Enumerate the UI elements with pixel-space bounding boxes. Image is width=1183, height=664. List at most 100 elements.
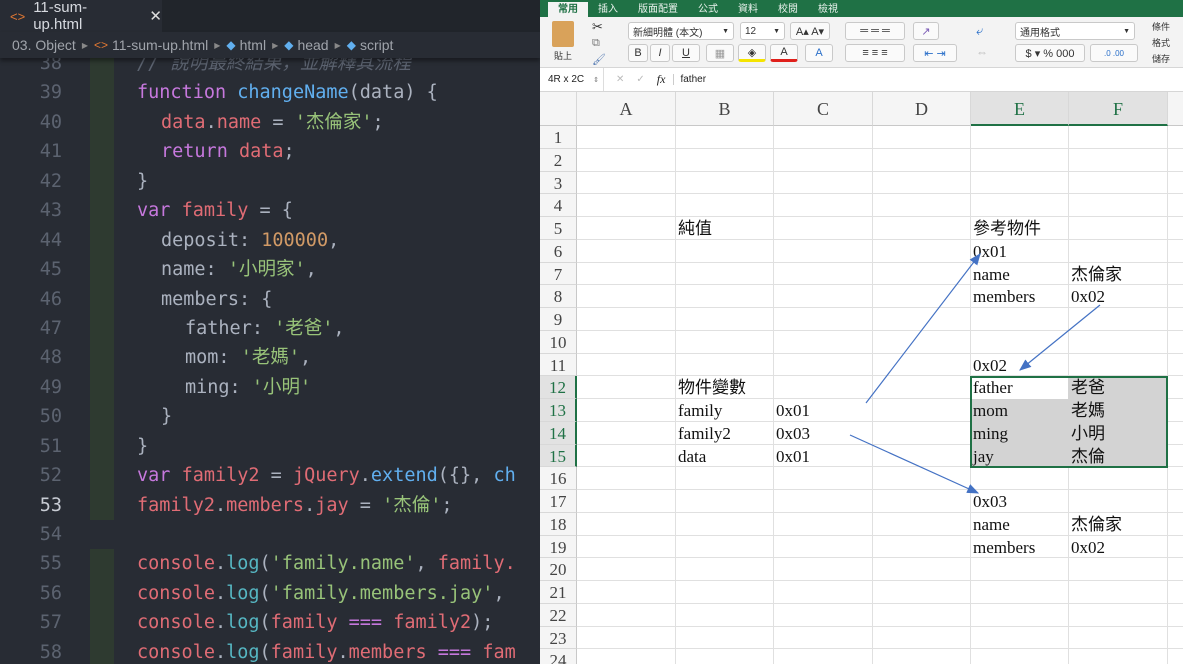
code-token: var: [137, 200, 182, 222]
line-number: 52: [39, 465, 62, 487]
ribbon-tab[interactable]: 版面配置: [628, 2, 688, 17]
format-table-label[interactable]: 格式: [1152, 35, 1170, 51]
vertical-align-buttons[interactable]: ═ ═ ═: [845, 22, 905, 40]
font-size-buttons[interactable]: A▴ A▾: [790, 22, 830, 40]
code-token: ,: [299, 347, 312, 369]
formula-input[interactable]: father: [673, 74, 706, 85]
ribbon-tab[interactable]: 公式: [688, 2, 728, 17]
code-token: console: [137, 612, 215, 634]
breadcrumb-file[interactable]: <> 11-sum-up.html: [94, 37, 208, 53]
code-line[interactable]: 49 ming: '小明': [0, 372, 540, 403]
cell-styles-label[interactable]: 儲存: [1152, 51, 1170, 67]
code-line[interactable]: 42}: [0, 166, 540, 197]
paste-icon[interactable]: [552, 21, 574, 47]
indent-buttons[interactable]: ⇤ ⇥: [913, 44, 957, 62]
cut-icon[interactable]: ✂: [592, 19, 603, 35]
code-line[interactable]: 43 var family = {: [0, 196, 540, 226]
ribbon-tab[interactable]: 檢視: [808, 2, 848, 17]
font-color-button[interactable]: A: [770, 44, 798, 62]
element-icon: ◆: [346, 38, 356, 52]
code-token: log: [226, 612, 260, 634]
breadcrumb-head[interactable]: ◆ head: [284, 37, 328, 53]
fill-color-button[interactable]: ◈: [738, 44, 766, 62]
decimal-buttons[interactable]: .0 .00: [1090, 44, 1138, 62]
code-text: console.log(family === family2);: [137, 608, 493, 637]
code-line[interactable]: 55 console.log('family.name', family.: [0, 549, 540, 579]
code-text: function changeName(data) {: [137, 78, 438, 107]
merge-cells-icon[interactable]: ⇔: [976, 45, 988, 59]
styles-group[interactable]: 條件 格式 儲存: [1152, 19, 1170, 67]
bold-button[interactable]: B: [628, 44, 648, 62]
breadcrumb-html[interactable]: ◆ html: [226, 37, 266, 53]
stepper-icon[interactable]: ⇕: [593, 76, 599, 84]
indent-guide: [90, 166, 114, 197]
underline-button[interactable]: U: [672, 44, 700, 62]
ribbon-tab[interactable]: 常用: [548, 2, 588, 17]
border-button[interactable]: ▦: [706, 44, 734, 62]
html-file-icon: <>: [10, 8, 26, 24]
code-line[interactable]: 44 deposit: 100000,: [0, 225, 540, 256]
code-line[interactable]: 45 name: '小明家',: [0, 255, 540, 285]
close-icon[interactable]: ✕: [149, 7, 162, 25]
italic-button[interactable]: I: [650, 44, 670, 62]
tab-11-sum-up-html[interactable]: <> 11-sum-up.html ✕: [0, 0, 162, 33]
cancel-icon[interactable]: ✕: [616, 74, 624, 85]
breadcrumb-script[interactable]: ◆ script: [347, 37, 394, 53]
confirm-icon[interactable]: ✓: [636, 74, 644, 85]
font-name-select[interactable]: 新細明體 (本文) ▼: [628, 22, 734, 40]
conditional-format-label[interactable]: 條件: [1152, 19, 1170, 35]
code-line[interactable]: 53 family2.members.jay = '杰倫';: [0, 490, 540, 520]
code-token: ,: [305, 259, 317, 281]
function-icon[interactable]: fx: [657, 72, 666, 87]
code-token: jQuery: [292, 465, 360, 487]
code-line[interactable]: 51}: [0, 431, 540, 462]
code-token: (data) {: [348, 82, 438, 104]
orientation-button[interactable]: ↗: [913, 22, 939, 40]
code-editor: <> 11-sum-up.html ✕ 03. Object ▶ <> 11-su…: [0, 0, 540, 664]
code-token: '老媽': [240, 347, 300, 369]
code-line[interactable]: 57 console.log(family === family2);: [0, 608, 540, 638]
spreadsheet-app: 常用 插入 版面配置 公式 資料 校閱 檢視 貼上 ✂ ⧉ 🖌 新細明體 (本文) ▼ 12 ▼…: [540, 0, 1183, 664]
code-token: .: [337, 641, 349, 663]
format-painter-icon[interactable]: 🖌: [592, 53, 606, 66]
line-number: 58: [39, 641, 62, 663]
worksheet-grid[interactable]: A B C D E F 1 2 3 4 5 6 7 8 9 10 11 12 13 14 15 16 17 18 19 20 21 2…: [540, 92, 1183, 664]
horizontal-align-buttons[interactable]: ≡ ≡ ≡: [845, 44, 905, 62]
ribbon-tab[interactable]: 資料: [728, 2, 768, 17]
code-token: fam: [482, 641, 516, 663]
copy-icon[interactable]: ⧉: [592, 37, 600, 50]
currency-percent-buttons[interactable]: $ ▾ % 000: [1015, 44, 1085, 62]
code-line[interactable]: 48 mom: '老媽',: [0, 343, 540, 373]
font-size-select[interactable]: 12 ▼: [740, 22, 785, 40]
code-token: family: [270, 641, 338, 663]
ribbon-tab[interactable]: 校閱: [768, 2, 808, 17]
code-line[interactable]: 39 function changeName(data) {: [0, 78, 540, 108]
chevron-right-icon: ▶: [81, 40, 88, 50]
breadcrumb-folder[interactable]: 03. Object: [12, 37, 76, 53]
code-text: name: '小明家',: [161, 255, 317, 284]
code-line[interactable]: 46 members: {: [0, 284, 540, 314]
ribbon-tab[interactable]: 插入: [588, 2, 628, 17]
code-line[interactable]: 41 return data;: [0, 137, 540, 167]
code-area[interactable]: 38// 說明最終結果，並解釋其流程 39 function changeName(…: [0, 49, 540, 664]
code-token: name:: [161, 259, 228, 281]
indent-guide: [90, 225, 114, 256]
code-token: ({},: [437, 465, 494, 487]
name-box[interactable]: 4R x 2C ⇕: [540, 68, 604, 91]
code-token: =: [259, 465, 293, 487]
code-line[interactable]: 56 console.log('family.members.jay',: [0, 578, 540, 609]
code-token: console: [137, 582, 215, 604]
code-line[interactable]: 47 father: '老爸',: [0, 313, 540, 344]
indent-guide: [90, 490, 114, 520]
wrap-text-icon[interactable]: ⤶: [976, 23, 983, 39]
code-token: deposit:: [161, 229, 262, 251]
code-line[interactable]: 52 var family2 = jQuery.extend({}, ch: [0, 461, 540, 491]
number-format-select[interactable]: 通用格式 ▼: [1015, 22, 1135, 40]
phonetic-button[interactable]: A: [805, 44, 833, 62]
code-line[interactable]: 54: [0, 520, 540, 549]
paste-label: 貼上: [554, 51, 573, 61]
code-line[interactable]: 58 console.log(family.members === fam: [0, 637, 540, 664]
code-line[interactable]: 40 data.name = '杰倫家';: [0, 107, 540, 138]
code-line[interactable]: 50}: [0, 402, 540, 432]
code-token: ,: [493, 582, 505, 604]
